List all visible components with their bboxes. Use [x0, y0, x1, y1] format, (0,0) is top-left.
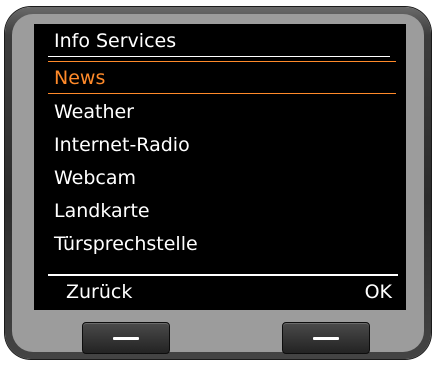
softkey-divider	[48, 274, 398, 276]
display-screen: Info Services News Weather Internet-Radi…	[34, 24, 406, 310]
title-divider	[48, 56, 390, 57]
menu-item-tuersprechstelle[interactable]: Türsprechstelle	[54, 228, 198, 260]
menu-item-news[interactable]: News	[54, 62, 105, 94]
right-hardware-button[interactable]	[282, 322, 370, 354]
minus-icon	[113, 337, 139, 340]
menu-item-internet-radio[interactable]: Internet-Radio	[54, 129, 190, 161]
left-hardware-button[interactable]	[82, 322, 170, 354]
screen-title: Info Services	[54, 30, 177, 52]
menu-item-weather[interactable]: Weather	[54, 96, 134, 128]
menu-item-landkarte[interactable]: Landkarte	[54, 195, 150, 227]
softkey-back[interactable]: Zurück	[66, 277, 132, 307]
screen-content: Info Services News Weather Internet-Radi…	[40, 24, 398, 310]
menu-item-webcam[interactable]: Webcam	[54, 162, 136, 194]
softkey-bar: Zurück OK	[40, 277, 398, 309]
minus-icon	[313, 337, 339, 340]
softkey-ok[interactable]: OK	[365, 277, 392, 307]
